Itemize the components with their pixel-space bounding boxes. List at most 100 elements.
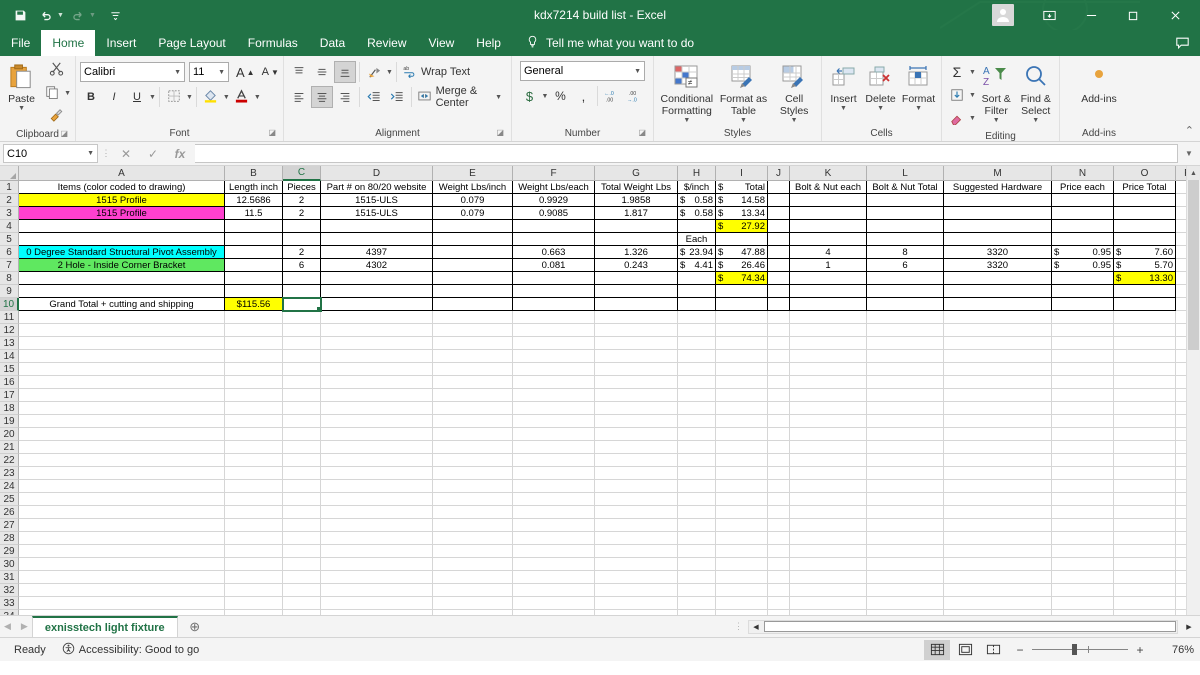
cell-H2[interactable]: $0.58 [678, 194, 716, 207]
expand-formula-bar-icon[interactable]: ▼ [1181, 149, 1197, 158]
cell-K9[interactable] [790, 285, 867, 298]
cell-K32[interactable] [790, 584, 867, 597]
ribbon-display-options-icon[interactable] [1028, 0, 1070, 30]
font-size-input[interactable]: 11 ▼ [189, 62, 229, 82]
zoom-in-button[interactable]: + [1134, 643, 1146, 657]
row-header-25[interactable]: 25 [0, 493, 19, 506]
cell-I13[interactable] [716, 337, 768, 350]
cell-F30[interactable] [513, 558, 595, 571]
cell-J5[interactable] [768, 233, 790, 246]
cell-J17[interactable] [768, 389, 790, 402]
find-select-button[interactable]: Find & Select ▼ [1017, 59, 1056, 125]
cell-K14[interactable] [790, 350, 867, 363]
cell-O18[interactable] [1114, 402, 1176, 415]
format-as-table-button[interactable]: Format as Table ▼ [718, 59, 770, 125]
cell-L7[interactable]: 6 [867, 259, 944, 272]
cell-I8[interactable]: $74.34 [716, 272, 768, 285]
cell-H11[interactable] [678, 311, 716, 324]
align-left-button[interactable] [288, 86, 310, 108]
cell-M11[interactable] [944, 311, 1052, 324]
cell-L29[interactable] [867, 545, 944, 558]
cell-E21[interactable] [433, 441, 513, 454]
cell-O25[interactable] [1114, 493, 1176, 506]
cell-L32[interactable] [867, 584, 944, 597]
column-header-A[interactable]: A [19, 166, 225, 181]
cell-N5[interactable] [1052, 233, 1114, 246]
cell-E33[interactable] [433, 597, 513, 610]
fill-dropdown-icon[interactable]: ▼ [969, 92, 976, 99]
cell-O19[interactable] [1114, 415, 1176, 428]
cell-F15[interactable] [513, 363, 595, 376]
cell-G28[interactable] [595, 532, 678, 545]
cell-D11[interactable] [321, 311, 433, 324]
cell-L30[interactable] [867, 558, 944, 571]
row-header-20[interactable]: 20 [0, 428, 19, 441]
row-header-27[interactable]: 27 [0, 519, 19, 532]
cell-G13[interactable] [595, 337, 678, 350]
cell-H5[interactable]: Each [678, 233, 716, 246]
cell-J20[interactable] [768, 428, 790, 441]
cell-A31[interactable] [19, 571, 225, 584]
align-bottom-button[interactable] [334, 61, 356, 83]
zoom-slider[interactable]: − + [1008, 643, 1152, 657]
cell-L15[interactable] [867, 363, 944, 376]
cell-E8[interactable] [433, 272, 513, 285]
cell-N4[interactable] [1052, 220, 1114, 233]
cell-I4[interactable]: $27.92 [716, 220, 768, 233]
cell-I18[interactable] [716, 402, 768, 415]
restore-button[interactable] [1112, 0, 1154, 30]
cell-B20[interactable] [225, 428, 283, 441]
paste-button[interactable]: Paste ▼ [4, 59, 39, 113]
cell-B22[interactable] [225, 454, 283, 467]
cell-L2[interactable] [867, 194, 944, 207]
cell-O11[interactable] [1114, 311, 1176, 324]
cell-L23[interactable] [867, 467, 944, 480]
formula-bar-splitter[interactable]: ⋮ [101, 148, 111, 159]
cell-B1[interactable]: Length inch [225, 181, 283, 194]
cell-F12[interactable] [513, 324, 595, 337]
cell-M3[interactable] [944, 207, 1052, 220]
formula-input[interactable] [195, 144, 1178, 163]
tab-help[interactable]: Help [465, 30, 512, 56]
cell-D30[interactable] [321, 558, 433, 571]
row-header-30[interactable]: 30 [0, 558, 19, 571]
clear-button[interactable] [946, 107, 968, 129]
cell-E26[interactable] [433, 506, 513, 519]
undo-icon[interactable] [34, 4, 58, 26]
borders-dropdown-icon[interactable]: ▼ [186, 94, 193, 101]
align-top-button[interactable] [288, 61, 310, 83]
cell-M16[interactable] [944, 376, 1052, 389]
cell-H6[interactable]: $23.94 [678, 246, 716, 259]
cell-G1[interactable]: Total Weight Lbs [595, 181, 678, 194]
cell-M2[interactable] [944, 194, 1052, 207]
cell-B7[interactable] [225, 259, 283, 272]
cell-O14[interactable] [1114, 350, 1176, 363]
cell-M1[interactable]: Suggested Hardware [944, 181, 1052, 194]
cell-K21[interactable] [790, 441, 867, 454]
cell-C30[interactable] [283, 558, 321, 571]
cell-M4[interactable] [944, 220, 1052, 233]
fill-color-dropdown-icon[interactable]: ▼ [223, 94, 230, 101]
cell-E15[interactable] [433, 363, 513, 376]
cell-B30[interactable] [225, 558, 283, 571]
cell-B23[interactable] [225, 467, 283, 480]
cell-L33[interactable] [867, 597, 944, 610]
row-header-4[interactable]: 4 [0, 220, 19, 233]
font-name-dropdown-icon[interactable]: ▼ [174, 69, 181, 76]
cell-H24[interactable] [678, 480, 716, 493]
cell-F5[interactable] [513, 233, 595, 246]
cell-J26[interactable] [768, 506, 790, 519]
cell-G32[interactable] [595, 584, 678, 597]
cell-M33[interactable] [944, 597, 1052, 610]
cell-L21[interactable] [867, 441, 944, 454]
cell-A32[interactable] [19, 584, 225, 597]
insert-cells-button[interactable]: Insert ▼ [826, 59, 861, 113]
cell-E27[interactable] [433, 519, 513, 532]
increase-decimal-button[interactable]: ←.0.00 [601, 85, 623, 107]
cell-B8[interactable] [225, 272, 283, 285]
cell-E18[interactable] [433, 402, 513, 415]
cell-A16[interactable] [19, 376, 225, 389]
cell-B16[interactable] [225, 376, 283, 389]
cell-J25[interactable] [768, 493, 790, 506]
cell-J10[interactable] [768, 298, 790, 311]
